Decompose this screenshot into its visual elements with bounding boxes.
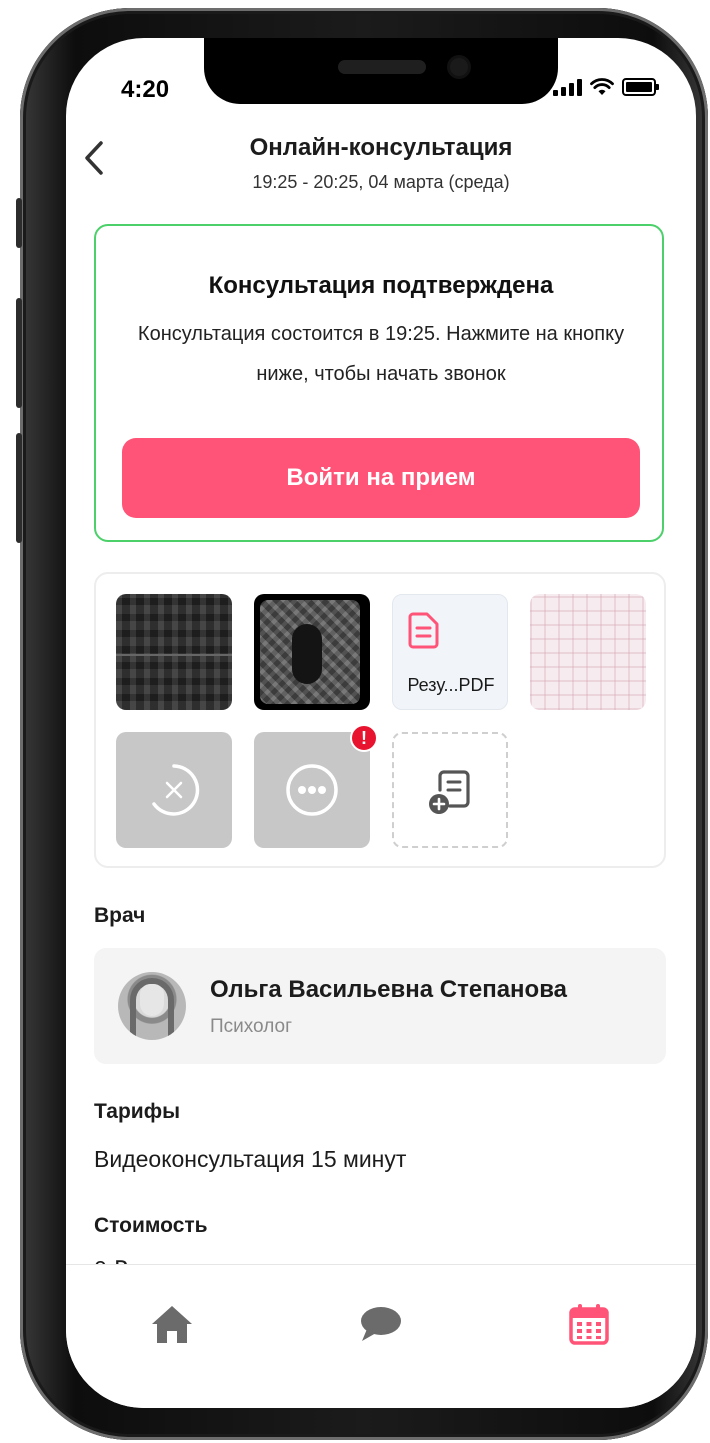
attachment-image-ultrasound[interactable]: [254, 594, 370, 710]
attachments-panel: Резу...PDF !: [94, 572, 666, 868]
side-button-volume-up: [16, 298, 22, 408]
error-badge: !: [350, 724, 378, 752]
notch: [204, 38, 558, 104]
enter-appointment-button[interactable]: Войти на прием: [122, 438, 640, 518]
calendar-icon: [569, 1304, 609, 1345]
side-button-volume-down: [16, 433, 22, 543]
side-button-mute: [16, 198, 22, 248]
front-camera: [450, 58, 468, 76]
bottom-tab-bar: [66, 1264, 696, 1408]
doctor-avatar: [118, 972, 186, 1040]
attachment-image-ecg[interactable]: [530, 594, 646, 710]
attachment-pdf[interactable]: Резу...PDF: [392, 594, 508, 710]
confirmation-text: Консультация состоится в 19:25. Нажмите …: [137, 323, 625, 385]
tab-appointments[interactable]: [564, 1299, 614, 1349]
speaker-grille: [338, 60, 426, 74]
status-time: 4:20: [121, 76, 170, 103]
document-icon: [408, 612, 439, 649]
header: Онлайн-консультация 19:25 - 20:25, 04 ма…: [66, 128, 696, 208]
page-subtitle: 19:25 - 20:25, 04 марта (среда): [252, 172, 510, 192]
tariff-value: Видеоконсультация 15 минут: [94, 1146, 407, 1172]
cost-section-label: Стоимость: [94, 1214, 208, 1237]
attachment-upload-failed[interactable]: [116, 732, 232, 848]
attachment-uploading[interactable]: !: [254, 724, 378, 848]
doctor-role: Психолог: [210, 1016, 293, 1037]
app-screen: 4:20 Онлайн-консультация 19:25 - 20:25, …: [66, 38, 696, 1408]
tab-home[interactable]: [147, 1299, 197, 1349]
avatar-face: [140, 984, 164, 1016]
doctor-card[interactable]: Ольга Васильевна Степанова Психолог: [94, 948, 666, 1064]
cancel-upload-icon: [152, 764, 200, 816]
wifi-icon: [590, 78, 614, 95]
chat-icon: [361, 1307, 401, 1341]
home-icon: [152, 1306, 192, 1343]
attachment-image-scan[interactable]: [116, 594, 232, 710]
tab-chat[interactable]: [356, 1299, 406, 1349]
status-icons: [553, 78, 659, 96]
battery-icon: [622, 78, 659, 96]
add-document-icon: [429, 770, 470, 814]
doctor-section-label: Врач: [94, 904, 146, 927]
page-title: Онлайн-консультация: [249, 134, 513, 161]
pdf-file-name: Резу...PDF: [407, 675, 495, 695]
more-dots-icon: [286, 764, 338, 816]
doctor-name: Ольга Васильевна Степанова: [210, 976, 567, 1003]
cellular-signal-icon: [553, 78, 582, 96]
confirmation-card: Консультация подтверждена Консультация с…: [94, 224, 664, 542]
add-attachment-button[interactable]: [392, 732, 508, 848]
tariff-section-label: Тарифы: [94, 1100, 181, 1123]
ultrasound-shadow: [292, 624, 322, 684]
confirmation-title: Консультация подтверждена: [208, 272, 554, 299]
